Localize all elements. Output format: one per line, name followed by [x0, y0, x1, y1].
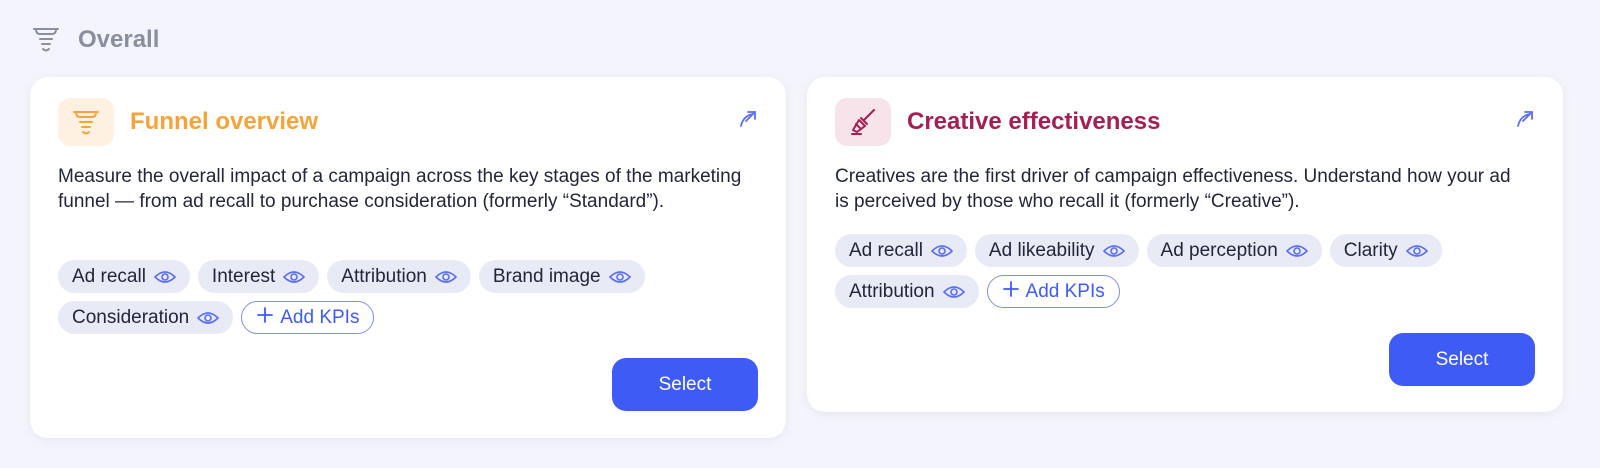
expand-arrow-icon[interactable] — [736, 107, 760, 131]
kpi-chip[interactable]: Consideration — [58, 301, 234, 334]
eye-icon[interactable] — [434, 270, 457, 284]
kpi-label: Consideration — [72, 306, 190, 328]
card-header: Creative effectiveness — [835, 98, 1160, 146]
section-header: Overall — [30, 24, 159, 56]
plus-icon — [256, 306, 274, 330]
kpi-label: Ad recall — [72, 265, 146, 287]
kpi-chip[interactable]: Ad perception — [1146, 234, 1322, 267]
card-title: Funnel overview — [130, 108, 319, 135]
kpi-chip[interactable]: Interest — [197, 260, 320, 293]
eye-icon[interactable] — [608, 270, 631, 284]
kpi-label: Clarity — [1343, 239, 1398, 261]
card-header: Funnel overview — [58, 98, 318, 146]
card-description: Measure the overall impact of a campaign… — [58, 166, 742, 212]
funnel-overview-card: Funnel overview Measure the overall impa… — [30, 77, 786, 438]
paintbrush-icon — [835, 98, 891, 146]
kpi-label: Attribution — [341, 265, 427, 287]
kpi-list: Ad recall Interest Attribution Brand ima… — [58, 260, 758, 334]
kpi-label: Ad recall — [849, 239, 923, 261]
eye-icon[interactable] — [197, 311, 220, 325]
creative-effectiveness-card: Creative effectiveness Creatives are the… — [807, 77, 1563, 412]
card-description: Creatives are the first driver of campai… — [835, 166, 1511, 212]
funnel-icon — [58, 98, 114, 146]
eye-icon[interactable] — [1405, 244, 1428, 258]
add-kpis-button[interactable]: Add KPIs — [241, 301, 375, 334]
eye-icon[interactable] — [930, 244, 953, 258]
funnel-icon — [30, 24, 62, 56]
eye-icon[interactable] — [1102, 244, 1125, 258]
kpi-chip[interactable]: Attribution — [327, 260, 471, 293]
kpi-chip[interactable]: Attribution — [835, 275, 979, 308]
kpi-chip[interactable]: Ad recall — [58, 260, 190, 293]
kpi-chip[interactable]: Clarity — [1329, 234, 1442, 267]
eye-icon[interactable] — [1285, 244, 1308, 258]
kpi-label: Ad likeability — [988, 239, 1095, 261]
select-button[interactable]: Select — [612, 358, 758, 411]
add-kpis-label: Add KPIs — [1025, 280, 1105, 302]
kpi-chip[interactable]: Ad recall — [835, 234, 967, 267]
add-kpis-button[interactable]: Add KPIs — [986, 275, 1120, 308]
plus-icon — [1002, 280, 1020, 304]
kpi-chip[interactable]: Brand image — [478, 260, 645, 293]
eye-icon[interactable] — [283, 270, 306, 284]
expand-arrow-icon[interactable] — [1513, 107, 1537, 131]
kpi-label: Attribution — [849, 280, 935, 302]
add-kpis-label: Add KPIs — [280, 306, 360, 328]
eye-icon[interactable] — [942, 285, 965, 299]
select-button[interactable]: Select — [1389, 333, 1535, 386]
kpi-label: Interest — [211, 265, 276, 287]
card-title: Creative effectiveness — [907, 108, 1161, 135]
kpi-list: Ad recall Ad likeability Ad perception C… — [835, 234, 1535, 308]
eye-icon[interactable] — [153, 270, 176, 284]
kpi-label: Ad perception — [1160, 239, 1278, 261]
kpi-chip[interactable]: Ad likeability — [974, 234, 1139, 267]
kpi-label: Brand image — [492, 265, 601, 287]
section-title: Overall — [78, 26, 160, 53]
